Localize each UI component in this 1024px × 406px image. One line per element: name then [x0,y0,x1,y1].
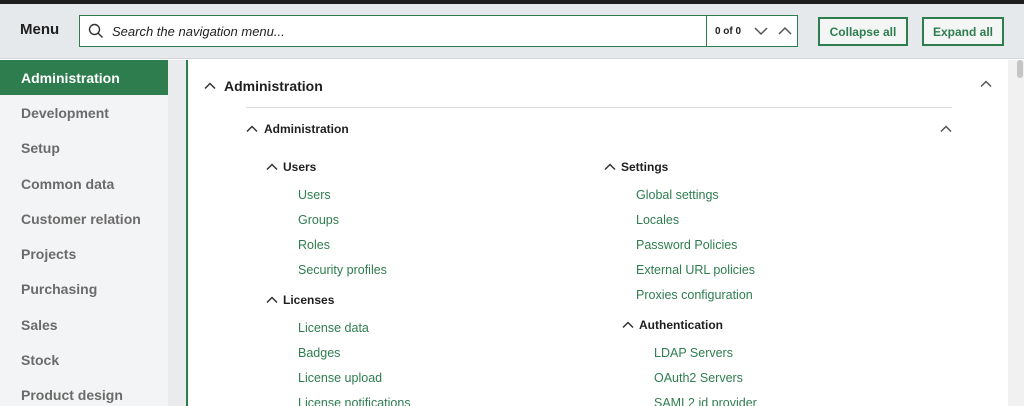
sidebar-gutter [168,60,186,406]
chevron-down-icon [754,27,768,36]
expand-all-button[interactable]: Expand all [922,17,1004,46]
next-result-button[interactable] [749,16,773,46]
link-roles[interactable]: Roles [298,238,330,252]
menu-content: Administration Administration Users User… [186,60,1008,406]
group-title: Settings [621,160,669,174]
scrollbar-track[interactable] [1008,60,1024,406]
sidebar-item-setup[interactable]: Setup [0,131,168,166]
section-divider [246,107,952,108]
link-license-notifications[interactable]: License notifications [298,396,411,406]
section-collapse-icon[interactable] [980,78,992,90]
link-license-upload[interactable]: License upload [298,371,382,385]
group-header-authentication[interactable]: Authentication [622,318,723,332]
group-title: Users [283,160,317,174]
group-title: Authentication [639,318,723,332]
group-header-licenses[interactable]: Licenses [266,293,334,307]
sidebar-item-common-data[interactable]: Common data [0,166,168,201]
sidebar-item-stock[interactable]: Stock [0,342,168,377]
link-global-settings[interactable]: Global settings [636,188,719,202]
subsection-header[interactable]: Administration [246,122,349,136]
link-users[interactable]: Users [298,188,331,202]
link-badges[interactable]: Badges [298,346,340,360]
search-result-count: 0 of 0 [714,25,742,37]
link-oauth2-servers[interactable]: OAuth2 Servers [654,371,743,385]
link-locales[interactable]: Locales [636,213,679,227]
link-saml2-id-provider[interactable]: SAML2 id provider [654,396,757,406]
chevron-up-icon [246,125,258,133]
search-input[interactable] [112,17,706,45]
sidebar-item-customer-relation[interactable]: Customer relation [0,201,168,236]
group-header-users[interactable]: Users [266,160,316,174]
subsection-collapse-icon[interactable] [940,123,952,135]
sidebar-item-administration[interactable]: Administration [0,60,168,96]
chevron-up-icon [266,163,278,171]
sidebar-item-development[interactable]: Development [0,95,168,130]
chevron-up-icon [204,82,216,90]
link-license-data[interactable]: License data [298,321,369,335]
menu-title: Menu [20,21,60,38]
link-proxies-configuration[interactable]: Proxies configuration [636,288,753,302]
chevron-up-icon [778,26,792,35]
sidebar-item-purchasing[interactable]: Purchasing [0,272,168,307]
link-ldap-servers[interactable]: LDAP Servers [654,346,733,360]
subsection-title: Administration [264,122,349,136]
sidebar-item-sales[interactable]: Sales [0,307,168,342]
chevron-up-icon [622,321,634,329]
section-title: Administration [224,78,323,94]
search-icon [80,16,112,46]
scrollbar-thumb[interactable] [1017,60,1023,78]
chevron-up-icon [604,163,616,171]
group-header-settings[interactable]: Settings [604,160,668,174]
collapse-all-button[interactable]: Collapse all [818,17,908,46]
search-box: 0 of 0 [79,15,798,47]
previous-result-button[interactable] [773,16,797,46]
menu-header: Menu 0 of 0 Collapse all Expand all [0,4,1024,59]
section-header[interactable]: Administration [204,78,323,94]
link-groups[interactable]: Groups [298,213,339,227]
group-title: Licenses [283,293,335,307]
sidebar: Administration Development Setup Common … [0,60,168,406]
sidebar-item-projects[interactable]: Projects [0,236,168,271]
chevron-up-icon [266,296,278,304]
link-password-policies[interactable]: Password Policies [636,238,737,252]
link-external-url-policies[interactable]: External URL policies [636,263,755,277]
link-security-profiles[interactable]: Security profiles [298,263,387,277]
sidebar-item-product-design[interactable]: Product design [0,378,168,406]
